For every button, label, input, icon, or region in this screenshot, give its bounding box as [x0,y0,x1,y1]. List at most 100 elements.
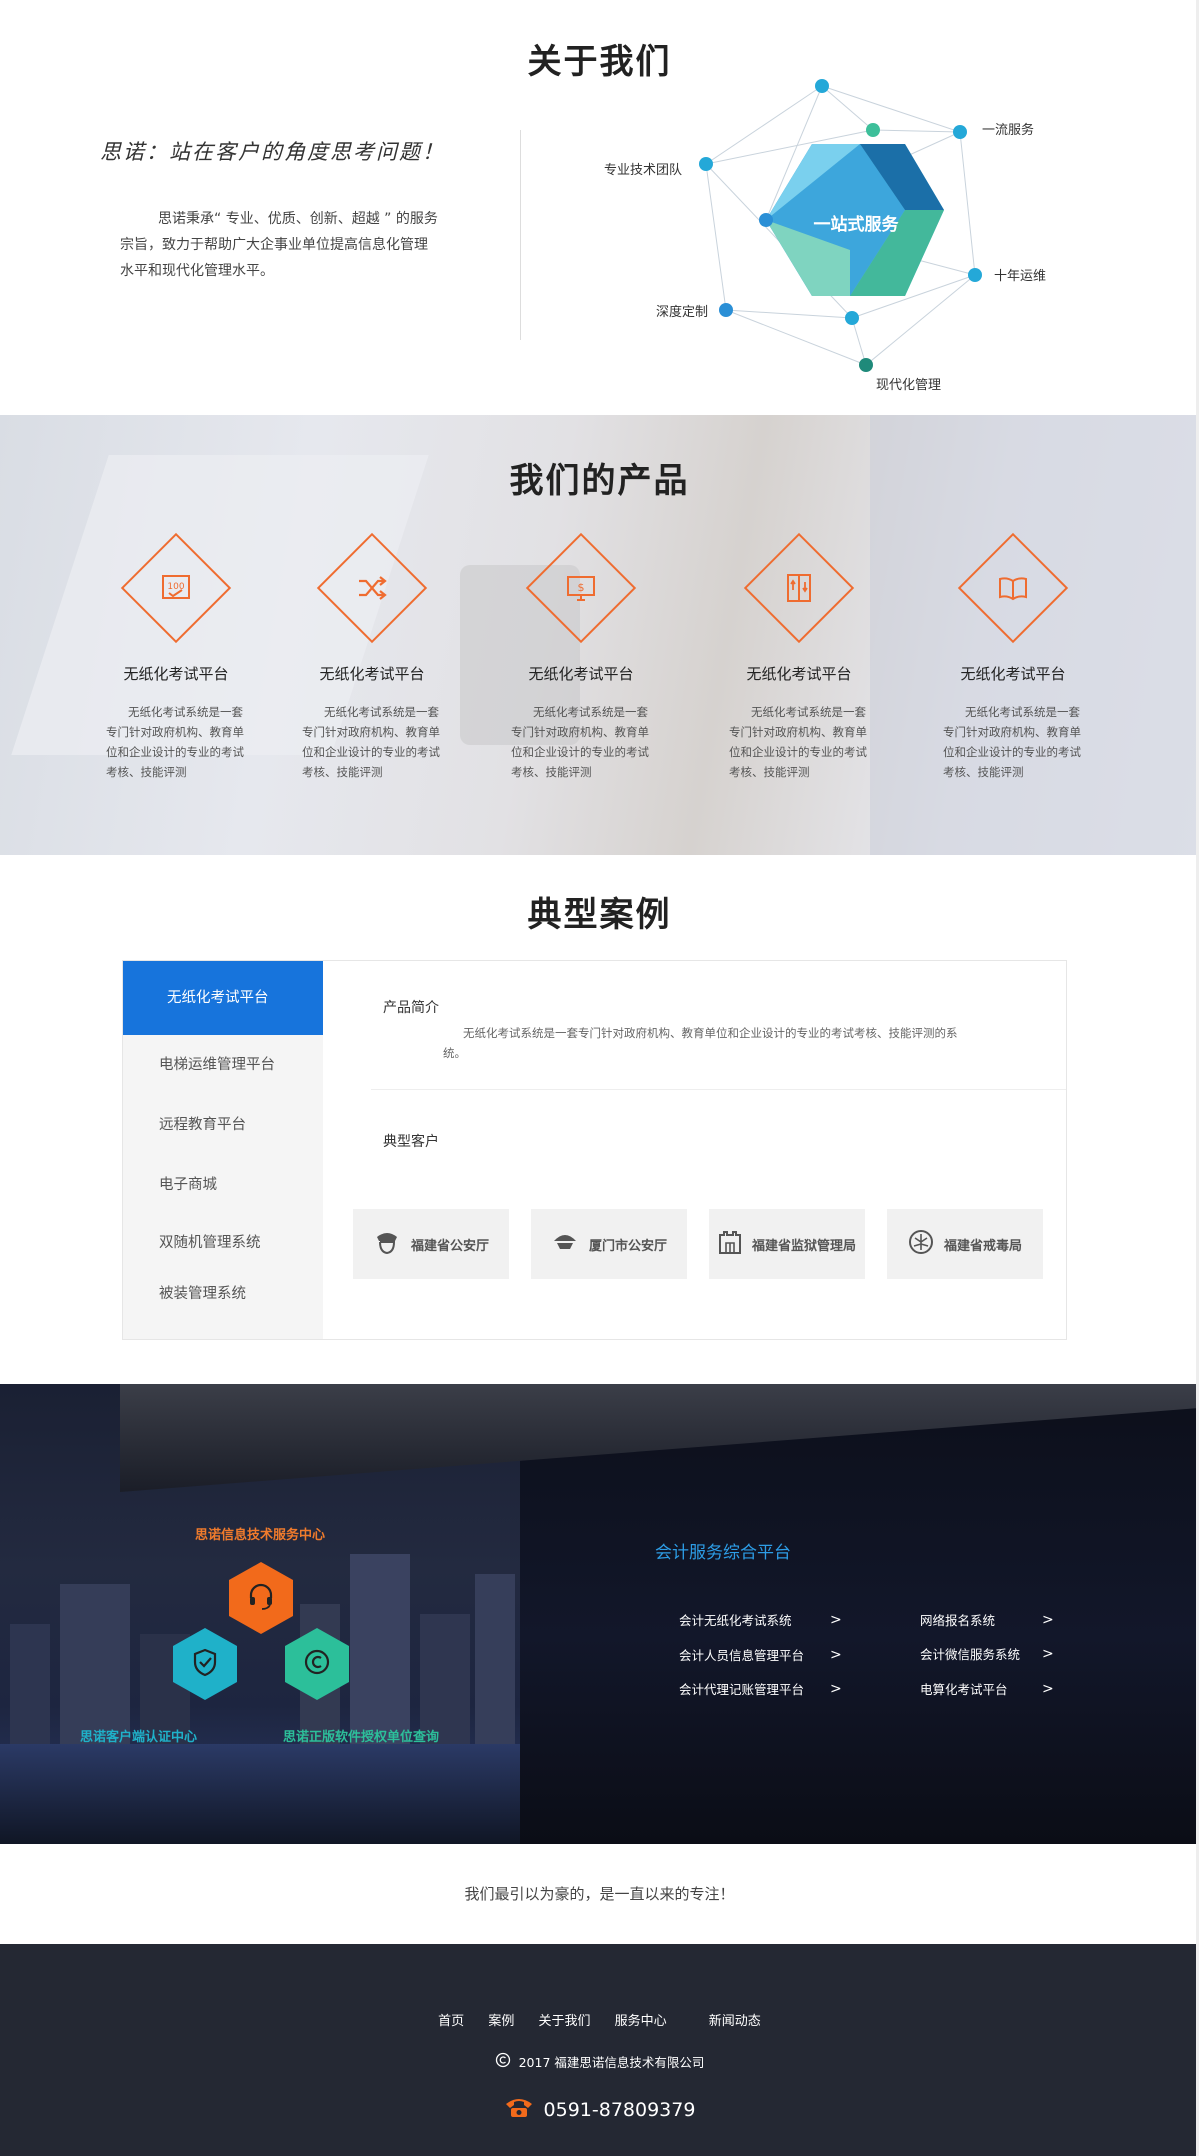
chevron-right-icon[interactable]: > [830,1681,842,1697]
link-accounting-exam[interactable]: 会计无纸化考试系统 [679,1610,792,1629]
client-name: 福建省公安厅 [410,1238,489,1254]
case-intro-title: 产品简介 [383,1000,439,1016]
footer-link-service[interactable]: 服务中心 [615,2014,667,2029]
product-desc: 无纸化考试系统是一套专门针对政府机构、教育单位和企业设计的专业的考试考核、技能评… [106,705,244,779]
anti-drug-icon [908,1229,934,1259]
footer-phone: 0591-87809379 [0,2096,1199,2123]
cases-section: 典型案例 无纸化考试平台 电梯运维管理平台 远程教育平台 电子商城 双随机管理系… [0,855,1199,1385]
city-building [420,1614,470,1744]
case-divider [371,1089,1066,1090]
product-diamond: $ [525,532,637,644]
tagline: 我们最引以为豪的，是一直以来的专注！ [0,1844,1199,1944]
city-water [0,1744,520,1844]
chevron-right-icon[interactable]: > [1042,1612,1054,1628]
client-logo: 厦门市公安厅 [531,1209,687,1279]
products-title: 我们的产品 [509,461,690,501]
chevron-right-icon[interactable]: > [1042,1646,1054,1662]
product-card[interactable]: 无纸化考试平台 无纸化考试系统是一套专门针对政府机构、教育单位和企业设计的专业的… [282,532,462,782]
footer: 首页 案例 关于我们 服务中心 新闻动态 2017 福建思诺信息技术有限公司 0… [0,1944,1199,2156]
product-name: 无纸化考试平台 [319,665,425,683]
chevron-right-icon[interactable]: > [830,1612,842,1628]
product-card[interactable]: 100 无纸化考试平台 无纸化考试系统是一套专门针对政府机构、教育单位和企业设计… [86,532,266,782]
product-name: 无纸化考试平台 [123,665,229,683]
product-diamond: 100 [120,532,232,644]
case-tab-double-random[interactable]: 双随机管理系统 [123,1215,323,1271]
link-computerized-exam[interactable]: 电算化考试平台 [920,1679,1008,1698]
client-name: 福建省戒毒局 [943,1238,1022,1254]
police-cap-icon [373,1229,401,1259]
shuffle-icon [355,571,389,605]
svg-text:$: $ [578,581,585,594]
case-tab-ecommerce[interactable]: 电子商城 [123,1155,323,1215]
services-section: 思诺信息技术服务中心 思诺客户端认证中心 思诺正版软件授权单位查询 会计服务综合… [0,1384,1199,1844]
product-card[interactable]: 无纸化考试平台 无纸化考试系统是一套专门针对政府机构、教育单位和企业设计的专业的… [709,532,889,782]
diagram-label-bottom-left: 深度定制 [656,304,708,320]
about-divider [520,130,521,340]
about-section: 关于我们 思诺：站在客户的角度思考问题！ 思诺秉承“ 专业、优质、创新、超越 ”… [0,0,1199,415]
service-center-title: 思诺信息技术服务中心 [195,1528,326,1543]
monitor-dollar-icon: $ [564,571,598,605]
client-logo: 福建省监狱管理局 [709,1209,865,1279]
police-badge-icon [551,1229,579,1259]
case-tab-remote-education[interactable]: 远程教育平台 [123,1095,323,1155]
product-diamond [957,532,1069,644]
phone-icon [504,2096,534,2123]
chevron-right-icon[interactable]: > [1042,1681,1054,1697]
diagram-label-left: 专业技术团队 [604,163,682,178]
city-building [350,1554,410,1744]
case-clients-title: 典型客户 [383,1134,439,1150]
link-accountant-info[interactable]: 会计人员信息管理平台 [679,1645,804,1664]
link-online-registration[interactable]: 网络报名系统 [920,1610,995,1629]
product-name: 无纸化考试平台 [528,665,634,683]
product-desc: 无纸化考试系统是一套专门针对政府机构、教育单位和企业设计的专业的考试考核、技能评… [302,705,440,779]
product-card[interactable]: $ 无纸化考试平台 无纸化考试系统是一套专门针对政府机构、教育单位和企业设计的专… [491,532,671,782]
case-content: 产品简介 无纸化考试系统是一套专门针对政府机构、教育单位和企业设计的专业的考试考… [323,961,1066,1339]
footer-link-home[interactable]: 首页 [438,2014,464,2029]
product-name: 无纸化考试平台 [746,665,852,683]
footer-link-cases[interactable]: 案例 [488,2014,514,2029]
products-section: 我们的产品 100 无纸化考试平台 无纸化考试系统是一套专门针对政府机构、教育单… [0,415,1199,855]
link-wechat-service[interactable]: 会计微信服务系统 [920,1644,1020,1663]
client-name: 福建省监狱管理局 [751,1238,856,1254]
product-card[interactable]: 无纸化考试平台 无纸化考试系统是一套专门针对政府机构、教育单位和企业设计的专业的… [923,532,1103,782]
open-book-icon [996,571,1030,605]
diagram-label-right: 十年运维 [994,269,1046,284]
case-tab-elevator[interactable]: 电梯运维管理平台 [123,1035,323,1095]
phone-number[interactable]: 0591-87809379 [544,2099,696,2121]
shield-check-icon [190,1647,220,1681]
product-desc: 无纸化考试系统是一套专门针对政府机构、教育单位和企业设计的专业的考试考核、技能评… [729,705,867,779]
case-tab-uniform[interactable]: 被装管理系统 [123,1271,323,1317]
footer-nav: 首页 案例 关于我们 服务中心 新闻动态 [0,2010,1199,2029]
client-logo: 福建省戒毒局 [887,1209,1043,1279]
city-building [60,1584,130,1744]
cases-title: 典型案例 [527,895,672,935]
client-name: 厦门市公安厅 [588,1238,667,1254]
footer-link-news[interactable]: 新闻动态 [709,2014,761,2029]
product-diamond [743,532,855,644]
case-tabs: 无纸化考试平台 电梯运维管理平台 远程教育平台 电子商城 双随机管理系统 被装管… [123,961,323,1339]
elevator-icon [782,571,816,605]
services-right-panel [520,1384,1199,1844]
page: 关于我们 思诺：站在客户的角度思考问题！ 思诺秉承“ 专业、优质、创新、超越 ”… [0,0,1199,2156]
case-tab-paperless-exam[interactable]: 无纸化考试平台 [123,961,323,1035]
chevron-right-icon[interactable]: > [830,1647,842,1663]
city-building [475,1574,515,1744]
copyright-icon [302,1647,332,1681]
headset-icon [246,1581,276,1615]
about-text: 思诺秉承“ 专业、优质、创新、超越 ” 的服务宗旨，致力于帮助广大企事业单位提高… [120,211,438,279]
product-desc: 无纸化考试系统是一套专门针对政府机构、教育单位和企业设计的专业的考试考核、技能评… [511,705,649,779]
license-query-label[interactable]: 思诺正版软件授权单位查询 [283,1726,439,1745]
diagram-center-label: 一站式服务 [814,214,900,235]
city-building [10,1624,50,1744]
diagram-label-top-right: 一流服务 [982,122,1034,138]
copyright-text: 2017 福建思诺信息技术有限公司 [518,2055,705,2070]
case-panel: 无纸化考试平台 电梯运维管理平台 远程教育平台 电子商城 双随机管理系统 被装管… [122,960,1067,1340]
about-slogan: 思诺：站在客户的角度思考问题！ [100,140,445,164]
footer-link-about[interactable]: 关于我们 [538,2014,590,2029]
diagram-label-bottom: 现代化管理 [876,378,941,393]
product-diamond [316,532,428,644]
platform-title: 会计服务综合平台 [655,1543,791,1563]
link-bookkeeping[interactable]: 会计代理记账管理平台 [679,1679,804,1698]
client-auth-label[interactable]: 思诺客户端认证中心 [80,1726,197,1745]
product-desc: 无纸化考试系统是一套专门针对政府机构、教育单位和企业设计的专业的考试考核、技能评… [943,705,1081,779]
